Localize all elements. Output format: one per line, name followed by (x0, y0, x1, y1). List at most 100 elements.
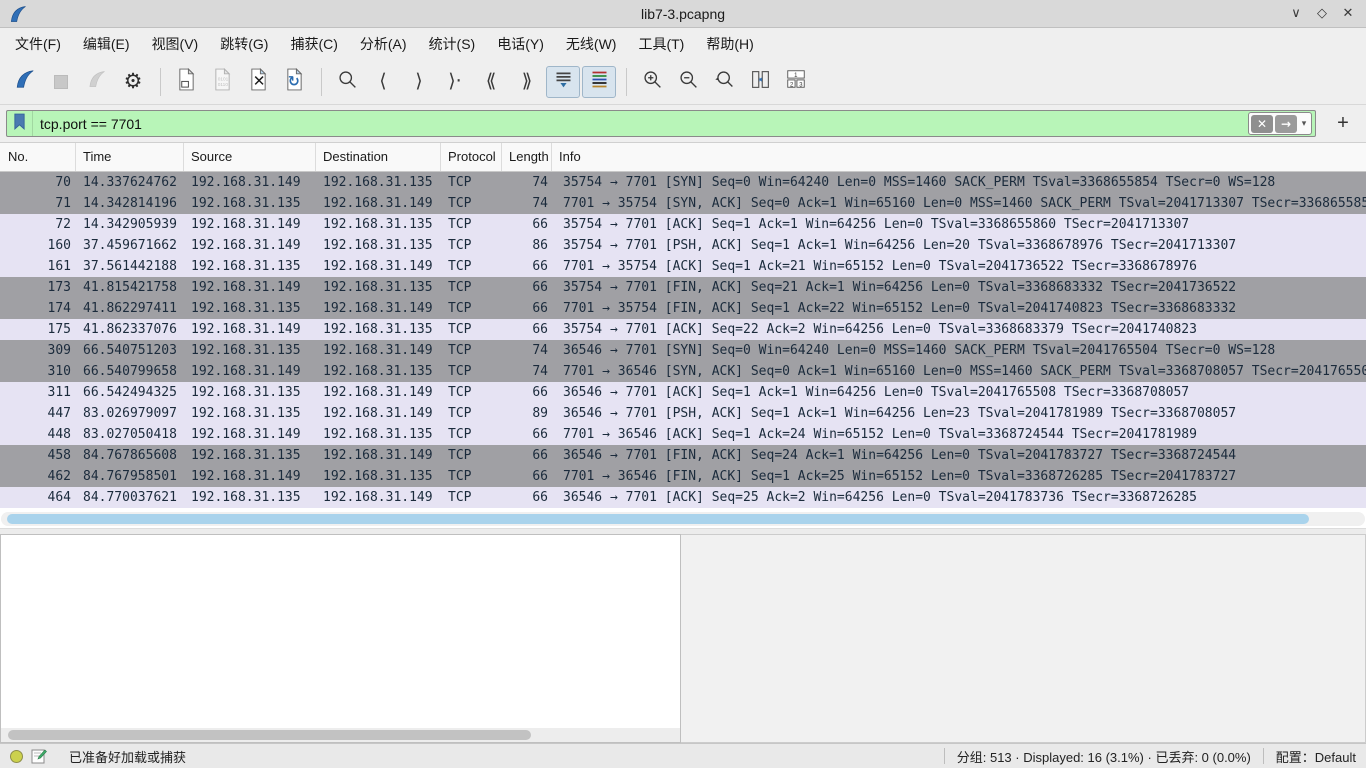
column-header-info[interactable]: Info (552, 143, 1366, 171)
packet-row[interactable]: 174 41.862297411 192.168.31.135 192.168.… (0, 298, 1366, 319)
capture-options-button[interactable]: ⚙ (116, 66, 150, 98)
go-last-packet-button[interactable]: ⟫ (510, 66, 544, 98)
packet-row[interactable]: 161 37.561442188 192.168.31.135 192.168.… (0, 256, 1366, 277)
cell-destination: 192.168.31.149 (316, 256, 441, 277)
menu-item[interactable]: 无线(W) (555, 29, 628, 59)
cell-protocol: TCP (441, 298, 502, 319)
zoom-reset-button[interactable] (707, 66, 741, 98)
cell-source: 192.168.31.135 (184, 298, 316, 319)
packet-row[interactable]: 160 37.459671662 192.168.31.149 192.168.… (0, 235, 1366, 256)
column-header-source[interactable]: Source (184, 143, 316, 171)
packet-row[interactable]: 72 14.342905939 192.168.31.149 192.168.3… (0, 214, 1366, 235)
cell-destination: 192.168.31.149 (316, 487, 441, 508)
filter-dropdown-caret[interactable]: ▾ (1298, 118, 1310, 129)
cell-protocol: TCP (441, 361, 502, 382)
packet-list: No. Time Source Destination Protocol Len… (0, 143, 1366, 528)
close-icon[interactable]: ✕ (1340, 6, 1356, 22)
cell-destination: 192.168.31.135 (316, 235, 441, 256)
menu-item[interactable]: 跳转(G) (209, 29, 279, 59)
cell-info: 36546 → 7701 [FIN, ACK] Seq=24 Ack=1 Win… (552, 445, 1366, 466)
cell-time: 84.770037621 (76, 487, 184, 508)
menu-item[interactable]: 编辑(E) (72, 29, 141, 59)
cell-destination: 192.168.31.135 (316, 319, 441, 340)
filter-clear-button[interactable]: ✕ (1251, 115, 1273, 133)
column-header-no[interactable]: No. (0, 143, 76, 171)
cell-no: 448 (0, 424, 76, 445)
menu-item[interactable]: 文件(F) (4, 29, 72, 59)
menu-item[interactable]: 电话(Y) (486, 29, 555, 59)
packet-row[interactable]: 447 83.026979097 192.168.31.135 192.168.… (0, 403, 1366, 424)
scrollbar-thumb[interactable] (7, 514, 1309, 524)
cell-info: 36546 → 7701 [PSH, ACK] Seq=1 Ack=1 Win=… (552, 403, 1366, 424)
cell-destination: 192.168.31.135 (316, 424, 441, 445)
column-header-protocol[interactable]: Protocol (441, 143, 502, 171)
packet-details-pane[interactable] (0, 534, 681, 743)
packet-row[interactable]: 310 66.540799658 192.168.31.149 192.168.… (0, 361, 1366, 382)
zoom-in-button[interactable] (635, 66, 669, 98)
packet-list-hscrollbar[interactable] (1, 512, 1365, 526)
cell-no: 160 (0, 235, 76, 256)
layout-123-button[interactable]: 123 (779, 66, 813, 98)
close-file-button[interactable]: ✕ (241, 66, 275, 98)
resize-columns-button[interactable] (743, 66, 777, 98)
cell-time: 41.862297411 (76, 298, 184, 319)
colorize-toggle[interactable] (582, 66, 616, 98)
filter-controls: ✕ → ▾ (1248, 112, 1312, 135)
packet-row[interactable]: 448 83.027050418 192.168.31.149 192.168.… (0, 424, 1366, 445)
auto-scroll-toggle[interactable] (546, 66, 580, 98)
filter-apply-button[interactable]: → (1275, 115, 1297, 133)
column-header-length[interactable]: Length (502, 143, 552, 171)
display-filter-input[interactable]: tcp.port == 7701 ✕ → ▾ (6, 110, 1316, 137)
packet-row[interactable]: 309 66.540751203 192.168.31.135 192.168.… (0, 340, 1366, 361)
packet-row[interactable]: 70 14.337624762 192.168.31.149 192.168.3… (0, 172, 1366, 193)
minimize-icon[interactable]: ∨ (1288, 6, 1304, 22)
menu-item[interactable]: 分析(A) (349, 29, 418, 59)
menu-item[interactable]: 捕获(C) (279, 29, 348, 59)
filter-bookmark-button[interactable] (7, 111, 33, 136)
open-file-button[interactable] (169, 66, 203, 98)
go-forward-button[interactable]: ⟩ (402, 66, 436, 98)
column-header-destination[interactable]: Destination (316, 143, 441, 171)
filter-expression-text[interactable]: tcp.port == 7701 (33, 116, 1248, 132)
cell-no: 309 (0, 340, 76, 361)
packet-bytes-pane[interactable] (681, 534, 1366, 743)
packet-row[interactable]: 462 84.767958501 192.168.31.149 192.168.… (0, 466, 1366, 487)
profile-text[interactable]: 配置：Default (1276, 747, 1356, 766)
details-hscrollbar[interactable] (1, 728, 680, 742)
stop-capture-button (44, 66, 78, 98)
find-packet-button[interactable] (330, 66, 364, 98)
cell-no: 72 (0, 214, 76, 235)
cell-time: 41.862337076 (76, 319, 184, 340)
cell-no: 458 (0, 445, 76, 466)
start-capture-button[interactable] (8, 66, 42, 98)
cell-protocol: TCP (441, 256, 502, 277)
go-back-button[interactable]: ⟨ (366, 66, 400, 98)
column-header-time[interactable]: Time (76, 143, 184, 171)
reload-file-button[interactable]: ↻ (277, 66, 311, 98)
filter-bar: tcp.port == 7701 ✕ → ▾ + (0, 104, 1366, 143)
titlebar: lib7-3.pcapng ∨ ◇ ✕ (0, 0, 1366, 28)
expert-info-icon[interactable] (31, 748, 47, 764)
capture-status-dot-icon[interactable] (10, 750, 23, 763)
menu-item[interactable]: 统计(S) (418, 29, 487, 59)
cell-destination: 192.168.31.135 (316, 361, 441, 382)
menu-item[interactable]: 帮助(H) (695, 29, 764, 59)
packet-row[interactable]: 173 41.815421758 192.168.31.149 192.168.… (0, 277, 1366, 298)
go-first-packet-button[interactable]: ⟪ (474, 66, 508, 98)
zoom-out-icon (678, 69, 699, 95)
packet-row[interactable]: 71 14.342814196 192.168.31.135 192.168.3… (0, 193, 1366, 214)
maximize-icon[interactable]: ◇ (1314, 6, 1330, 22)
scrollbar-thumb[interactable] (8, 730, 531, 740)
go-to-packet-button[interactable]: ⟩· (438, 66, 472, 98)
packet-row[interactable]: 311 66.542494325 192.168.31.135 192.168.… (0, 382, 1366, 403)
zoom-out-button[interactable] (671, 66, 705, 98)
menu-item[interactable]: 工具(T) (627, 29, 695, 59)
cell-no: 70 (0, 172, 76, 193)
menubar: 文件(F) 编辑(E) 视图(V) 跳转(G) 捕获(C) 分析(A) 统计(S… (0, 28, 1366, 59)
filter-add-button[interactable]: + (1330, 111, 1356, 137)
packet-row[interactable]: 464 84.770037621 192.168.31.135 192.168.… (0, 487, 1366, 508)
menu-item[interactable]: 视图(V) (141, 29, 210, 59)
packet-row[interactable]: 175 41.862337076 192.168.31.149 192.168.… (0, 319, 1366, 340)
packet-row[interactable]: 458 84.767865608 192.168.31.135 192.168.… (0, 445, 1366, 466)
cell-info: 35754 → 7701 [PSH, ACK] Seq=1 Ack=1 Win=… (552, 235, 1366, 256)
